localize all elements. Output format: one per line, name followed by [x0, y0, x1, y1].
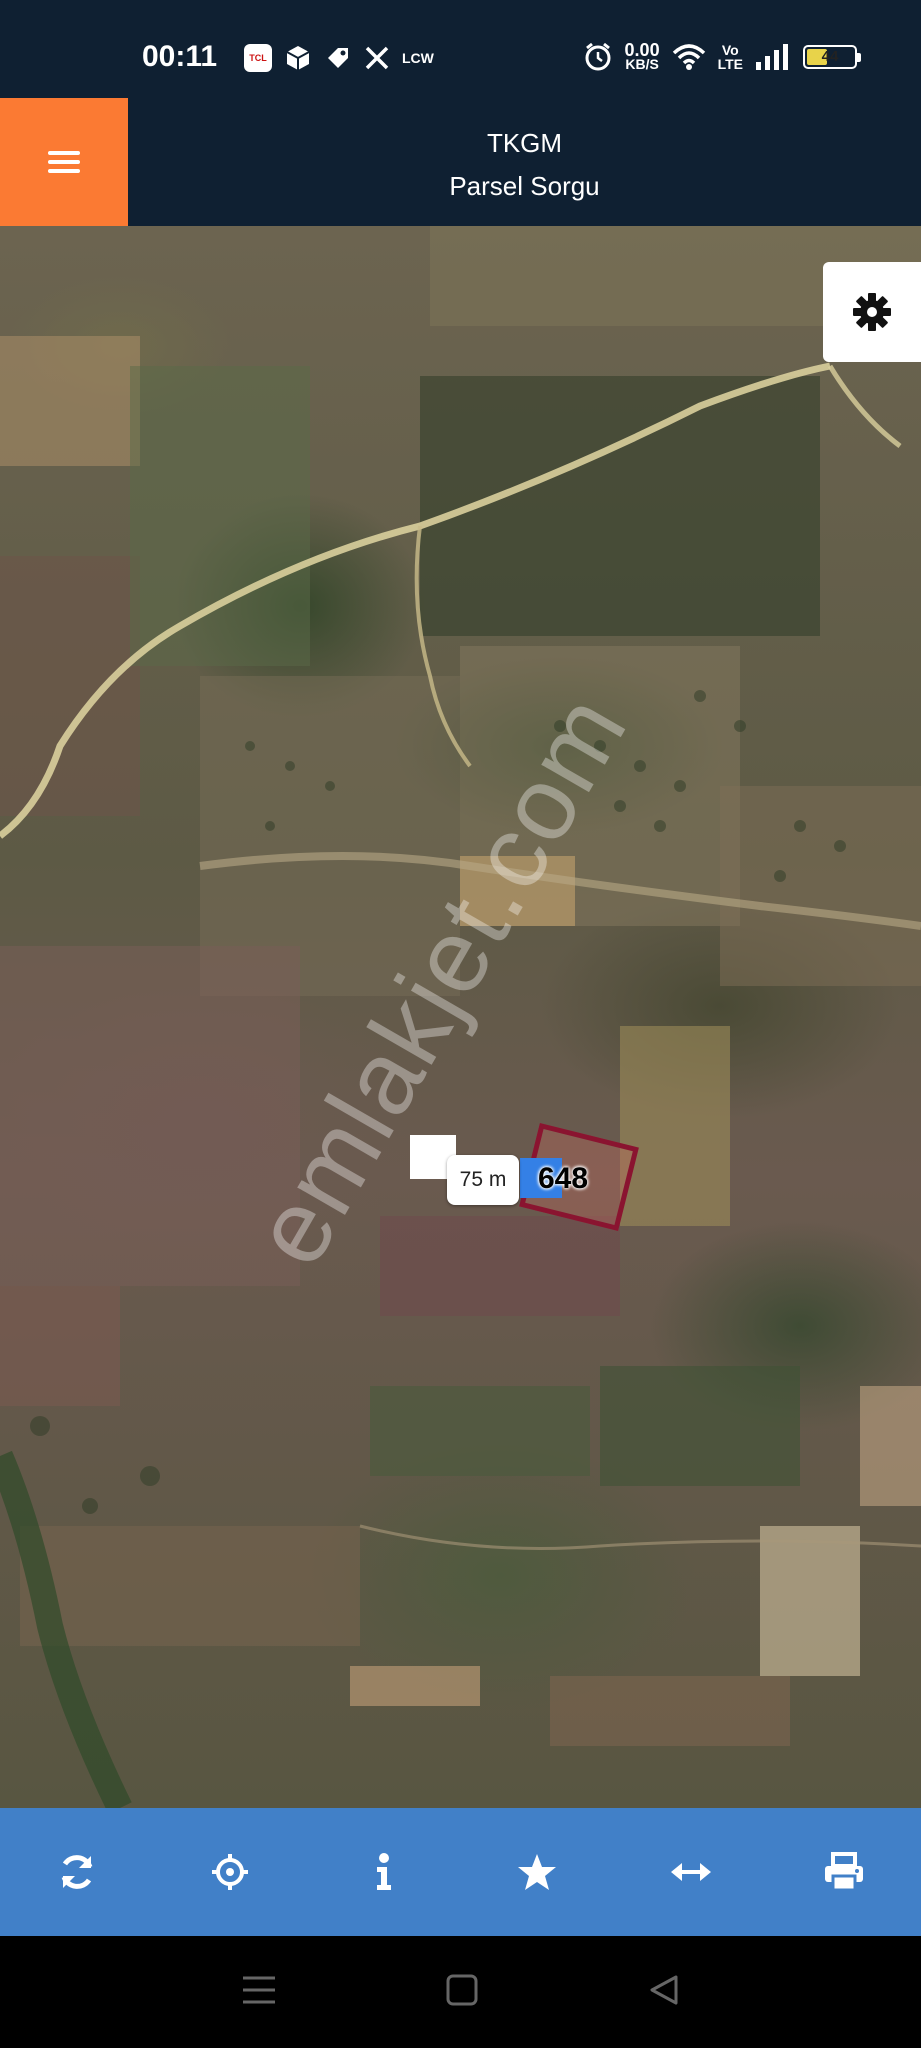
menu-button[interactable] [0, 98, 128, 226]
bottom-toolbar [0, 1808, 921, 1936]
settings-button[interactable] [823, 262, 921, 362]
app-header: TKGM Parsel Sorgu [0, 98, 921, 226]
print-icon [825, 1852, 864, 1892]
package-icon [286, 46, 310, 70]
refresh-icon [61, 1855, 93, 1889]
system-nav-bar [0, 1936, 921, 2048]
scale-label: 75 m [447, 1155, 519, 1205]
menu-icon [242, 1976, 275, 2003]
parcel-number: 648 [538, 1162, 589, 1195]
refresh-button[interactable] [27, 1822, 127, 1922]
info-button[interactable] [334, 1822, 434, 1922]
recents-button[interactable] [242, 1975, 276, 2010]
lcw-icon: LCW [402, 50, 434, 66]
notification-icons: TCL LCW [244, 44, 434, 72]
header-title-block: TKGM Parsel Sorgu [128, 128, 921, 202]
alarm-icon [585, 42, 611, 71]
status-time: 00:11 [142, 40, 218, 73]
x-icon [365, 46, 389, 70]
print-button[interactable] [794, 1822, 894, 1922]
battery-icon: 44 [803, 45, 861, 69]
locate-icon [212, 1854, 249, 1890]
back-icon [650, 1975, 677, 2004]
measure-icon [670, 1863, 711, 1881]
info-icon [376, 1853, 391, 1890]
hamburger-icon [48, 146, 80, 178]
back-button[interactable] [648, 1974, 680, 2011]
parcel-label: 648 [520, 1158, 600, 1198]
home-button[interactable] [446, 1974, 478, 2011]
app-subtitle: Parsel Sorgu [449, 171, 600, 201]
volte-indicator: Vo LTE [717, 42, 743, 72]
star-icon [518, 1854, 557, 1890]
signal-icon [756, 44, 788, 70]
wifi-icon [672, 44, 705, 70]
favorite-button[interactable] [487, 1822, 587, 1922]
tag-icon [328, 48, 348, 68]
measure-button[interactable] [641, 1822, 741, 1922]
tcl-icon: TCL [244, 44, 272, 72]
home-icon [446, 1974, 477, 2005]
locate-button[interactable] [180, 1822, 280, 1922]
satellite-map[interactable]: emlakjet.com 648 75 m [0, 226, 921, 1808]
network-speed: 0.00 KB/S [624, 40, 660, 72]
gear-icon [853, 293, 891, 331]
app-title: TKGM [486, 128, 563, 158]
status-bar: 00:11 TCL LCW 0.00 KB/S Vo LTE 44 [0, 0, 921, 98]
system-indicators: 0.00 KB/S Vo LTE 44 [583, 40, 861, 72]
